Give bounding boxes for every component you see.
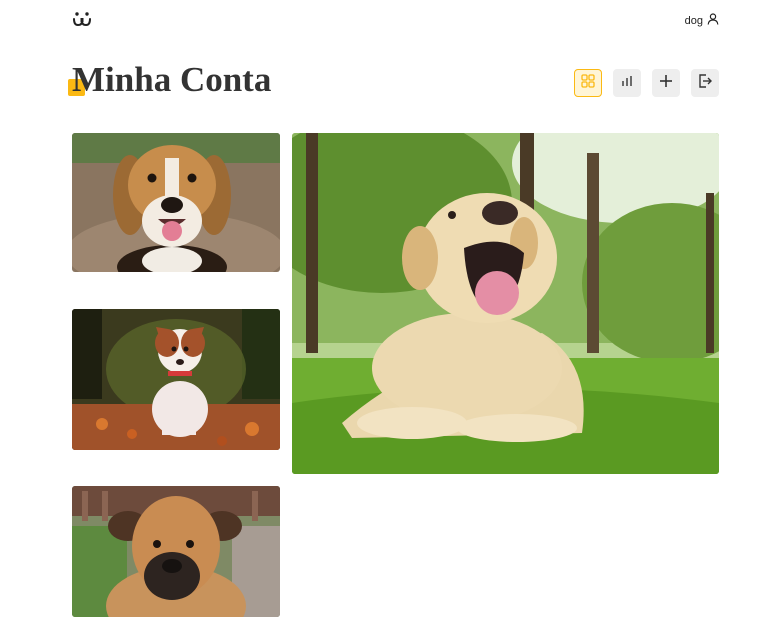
photo-labrador[interactable] (292, 133, 719, 474)
beagle-image (72, 133, 280, 272)
account-toolbar (574, 69, 719, 97)
user-icon (707, 13, 719, 28)
dog-face-logo-icon[interactable] (72, 10, 92, 30)
grid-view-button[interactable] (574, 69, 602, 97)
username-label: dog (684, 14, 703, 27)
labrador-image (292, 133, 719, 474)
photo-beagle[interactable] (72, 133, 280, 272)
page-title: Minha Conta (72, 60, 272, 99)
logout-button[interactable] (691, 69, 719, 97)
add-photo-button[interactable] (652, 69, 680, 97)
plus-icon (659, 74, 673, 93)
jack-russell-puppy-image (72, 309, 280, 450)
page-header: Minha Conta (68, 58, 272, 102)
photo-jack-russell-puppy[interactable] (72, 309, 280, 450)
logout-icon (698, 73, 712, 93)
photo-boxer[interactable] (72, 486, 280, 617)
grid-icon (581, 73, 595, 93)
stats-button[interactable] (613, 69, 641, 97)
bar-chart-icon (620, 74, 634, 93)
top-bar: dog (72, 8, 719, 32)
user-account-link[interactable]: dog (685, 13, 719, 28)
boxer-image (72, 486, 280, 617)
